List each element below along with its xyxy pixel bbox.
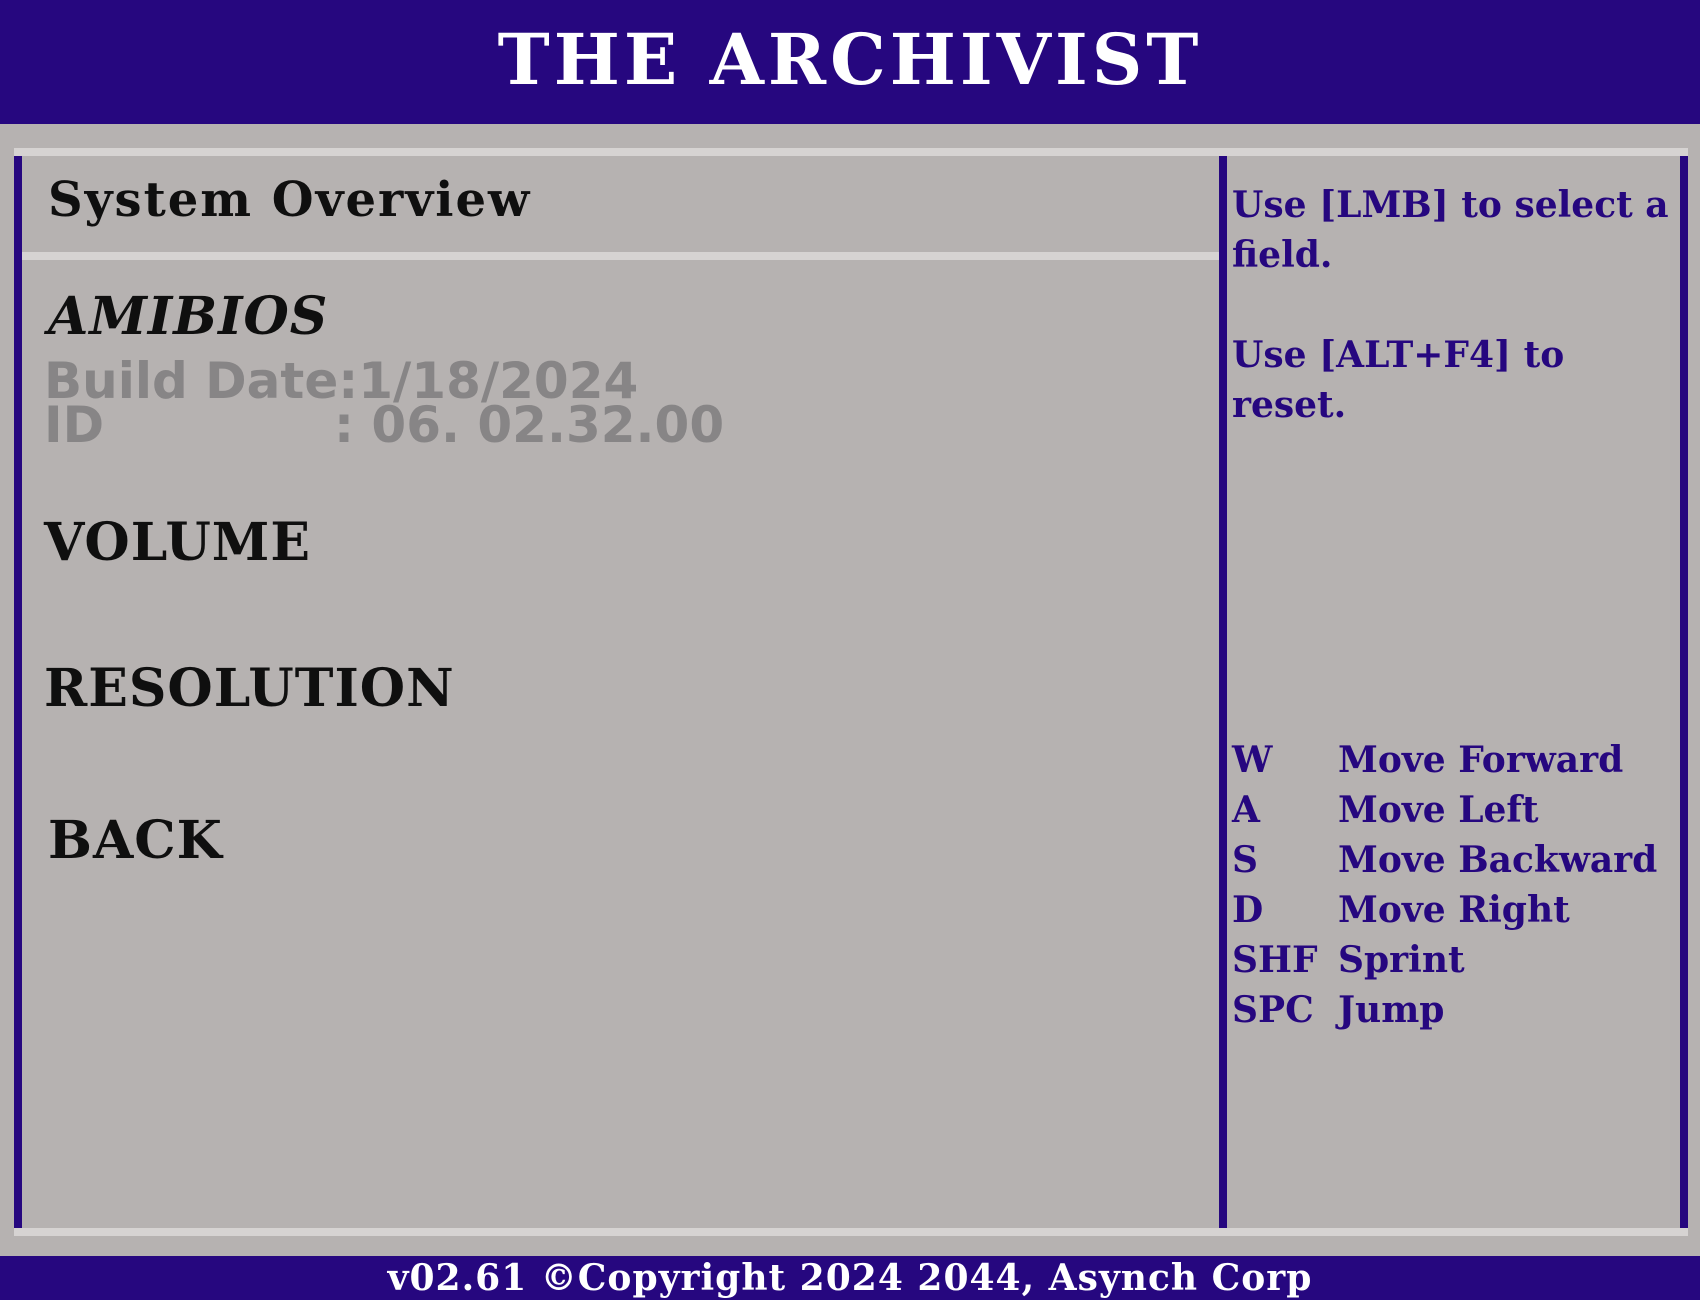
key-binding-row: SHF Sprint — [1232, 935, 1680, 985]
menu-item-resolution[interactable]: RESOLUTION — [44, 658, 455, 719]
menu-item-back[interactable]: BACK — [48, 810, 223, 871]
key-label: A — [1232, 789, 1260, 831]
key-binding-row: SPC Jump — [1232, 985, 1680, 1035]
footer-bar: v02.61 ©Copyright 2024 2044, Asynch Corp — [0, 1256, 1700, 1300]
bios-heading: AMIBIOS — [48, 286, 329, 347]
left-border — [14, 156, 22, 1228]
key-label: S — [1232, 839, 1258, 881]
key-binding-row: A Move Left — [1232, 785, 1680, 835]
key-bindings: W Move Forward A Move Left S Move Backwa… — [1232, 735, 1680, 1035]
title-bar: THE ARCHIVIST — [0, 0, 1700, 124]
key-binding-row: W Move Forward — [1232, 735, 1680, 785]
right-border — [1680, 156, 1688, 1228]
panel-divider — [1219, 156, 1227, 1228]
key-binding-row: D Move Right — [1232, 885, 1680, 935]
section-divider — [22, 252, 1219, 260]
key-label: D — [1232, 889, 1264, 931]
help-reset: Use [ALT+F4] to reset. — [1232, 334, 1565, 426]
help-select-field: Use [LMB] to select a field. — [1232, 184, 1669, 276]
bottom-divider — [14, 1228, 1688, 1236]
key-action: Move Right — [1338, 889, 1570, 931]
app-title: THE ARCHIVIST — [497, 17, 1203, 101]
key-label: W — [1232, 739, 1273, 781]
bios-id-line: ID: 06. 02.32.00 — [44, 400, 764, 450]
key-action: Jump — [1338, 989, 1445, 1031]
key-binding-row: S Move Backward — [1232, 835, 1680, 885]
key-action: Sprint — [1338, 939, 1465, 981]
bios-id-value: : 06. 02.32.00 — [334, 396, 725, 454]
key-action: Move Backward — [1338, 839, 1658, 881]
key-label: SPC — [1232, 989, 1314, 1031]
menu-item-volume[interactable]: VOLUME — [44, 512, 311, 573]
copyright-text: v02.61 ©Copyright 2024 2044, Asynch Corp — [387, 1257, 1313, 1299]
key-action: Move Left — [1338, 789, 1539, 831]
key-label: SHF — [1232, 939, 1318, 981]
bios-id-label: ID — [44, 396, 105, 454]
section-title: System Overview — [48, 172, 532, 228]
top-divider — [14, 148, 1688, 156]
key-action: Move Forward — [1338, 739, 1624, 781]
